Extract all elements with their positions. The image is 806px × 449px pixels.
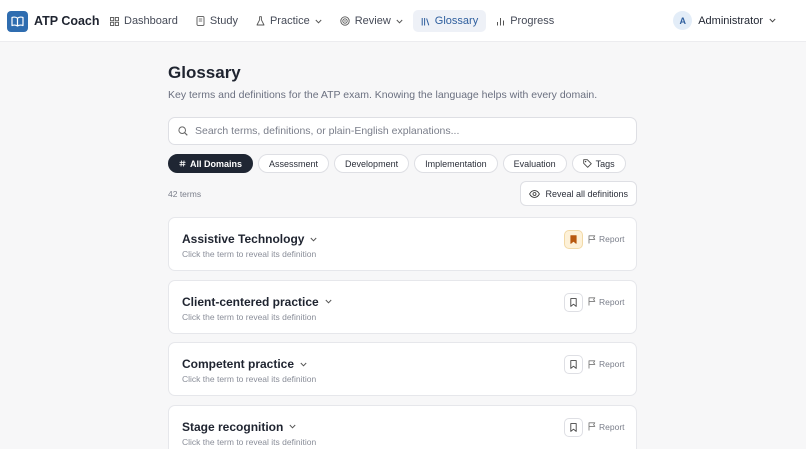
page-subtitle: Key terms and definitions for the ATP ex… bbox=[168, 89, 598, 101]
search-input[interactable] bbox=[195, 125, 615, 137]
nav-review[interactable]: Review bbox=[332, 10, 411, 32]
term-count: 42 terms bbox=[168, 188, 202, 199]
nav-review-label: Review bbox=[354, 15, 391, 27]
dashboard-icon bbox=[110, 16, 119, 26]
nav-practice[interactable]: Practice bbox=[248, 10, 330, 32]
eye-icon bbox=[529, 189, 541, 198]
page-title: Glossary bbox=[168, 63, 241, 82]
filter-label: All Domains bbox=[190, 158, 243, 169]
chevron-down-icon bbox=[315, 19, 322, 24]
bookmark-button[interactable] bbox=[564, 417, 583, 437]
filter-all-domains[interactable]: All Domains bbox=[168, 154, 254, 173]
filter-label: Implementation bbox=[425, 158, 487, 169]
bookmark-button[interactable] bbox=[564, 230, 583, 249]
term-toggle[interactable]: Client-centered practice bbox=[182, 295, 332, 309]
bookmark-button[interactable] bbox=[564, 292, 583, 312]
term-name: Assistive Technology bbox=[182, 232, 305, 246]
bookmark-icon bbox=[570, 360, 577, 369]
filter-evaluation[interactable]: Evaluation bbox=[502, 154, 567, 173]
list-toolbar: 42 terms Reveal all definitions bbox=[168, 181, 637, 206]
bookmark-icon bbox=[570, 422, 577, 432]
reveal-all-button[interactable]: Reveal all definitions bbox=[520, 181, 637, 206]
filter-assessment[interactable]: Assessment bbox=[258, 154, 330, 173]
flag-icon bbox=[588, 359, 596, 368]
report-label: Report bbox=[599, 296, 625, 307]
term-hint: Click the term to reveal its definition bbox=[182, 249, 317, 259]
filter-label: Evaluation bbox=[513, 158, 556, 169]
term-name: Competent practice bbox=[182, 357, 295, 371]
term-toggle[interactable]: Competent practice bbox=[182, 357, 307, 371]
nav-glossary[interactable]: Glossary bbox=[412, 10, 487, 32]
nav-study-label: Study bbox=[209, 15, 238, 27]
filter-label: Assessment bbox=[269, 158, 319, 169]
book-open-icon bbox=[7, 10, 28, 32]
report-label: Report bbox=[599, 359, 625, 369]
term-card: Stage recognition Click the term to reve… bbox=[168, 404, 637, 449]
bar-chart-icon bbox=[497, 17, 505, 25]
filter-implementation[interactable]: Implementation bbox=[414, 154, 498, 173]
term-card: Competent practice Click the term to rev… bbox=[168, 342, 637, 396]
chevron-down-icon bbox=[396, 19, 403, 24]
library-icon bbox=[421, 17, 430, 25]
term-hint: Click the term to reveal its definition bbox=[182, 311, 317, 322]
nav-progress[interactable]: Progress bbox=[488, 10, 562, 32]
flag-icon bbox=[588, 422, 596, 431]
filter-tags[interactable]: Tags bbox=[571, 154, 626, 173]
chevron-down-icon bbox=[289, 424, 296, 429]
term-name: Stage recognition bbox=[182, 419, 284, 434]
top-navbar: ATP Coach Dashboard Study Practice Revie… bbox=[0, 0, 806, 42]
chevron-down-icon bbox=[310, 237, 318, 242]
report-button[interactable]: Report bbox=[588, 422, 625, 432]
nav-dashboard[interactable]: Dashboard bbox=[102, 10, 186, 32]
nav-practice-label: Practice bbox=[269, 15, 310, 27]
filter-development[interactable]: Development bbox=[334, 154, 410, 173]
term-hint: Click the term to reveal its definition bbox=[182, 374, 317, 384]
brand[interactable]: ATP Coach bbox=[7, 10, 100, 32]
bookmark-button[interactable] bbox=[564, 355, 583, 374]
avatar: A bbox=[673, 11, 693, 30]
app-name: ATP Coach bbox=[34, 14, 100, 28]
reveal-all-label: Reveal all definitions bbox=[545, 188, 628, 199]
user-menu[interactable]: A Administrator bbox=[673, 11, 776, 30]
main-nav: Dashboard Study Practice Review Glossary… bbox=[102, 10, 564, 32]
term-toggle[interactable]: Stage recognition bbox=[182, 420, 296, 434]
nav-glossary-label: Glossary bbox=[434, 15, 479, 27]
book-icon bbox=[196, 16, 205, 26]
term-name: Client-centered practice bbox=[182, 294, 319, 309]
filter-label: Development bbox=[345, 158, 399, 169]
tag-icon bbox=[582, 159, 592, 168]
user-name: Administrator bbox=[698, 14, 763, 27]
chevron-down-icon bbox=[300, 362, 307, 367]
filter-label: Tags bbox=[595, 158, 615, 169]
term-hint: Click the term to reveal its definition bbox=[182, 436, 317, 447]
bookmark-filled-icon bbox=[570, 235, 577, 244]
flag-icon bbox=[588, 234, 596, 243]
chevron-down-icon bbox=[325, 299, 332, 304]
term-list: Assistive Technology Click the term to r… bbox=[168, 217, 637, 449]
nav-progress-label: Progress bbox=[510, 15, 555, 27]
report-label: Report bbox=[599, 421, 625, 432]
nav-study[interactable]: Study bbox=[188, 10, 246, 32]
hash-icon bbox=[179, 160, 186, 167]
flask-icon bbox=[256, 16, 265, 26]
target-icon bbox=[340, 16, 350, 26]
term-toggle[interactable]: Assistive Technology bbox=[182, 232, 318, 246]
search-icon bbox=[178, 126, 188, 136]
nav-dashboard-label: Dashboard bbox=[124, 15, 178, 27]
report-button[interactable]: Report bbox=[588, 234, 625, 244]
term-card: Assistive Technology Click the term to r… bbox=[168, 217, 637, 271]
search-box[interactable] bbox=[168, 117, 637, 145]
chevron-down-icon bbox=[769, 18, 776, 23]
main-content: Glossary Key terms and definitions for t… bbox=[168, 63, 637, 449]
report-button[interactable]: Report bbox=[588, 297, 625, 307]
report-label: Report bbox=[599, 234, 625, 244]
term-card: Client-centered practice Click the term … bbox=[168, 279, 637, 334]
bookmark-icon bbox=[570, 297, 577, 307]
flag-icon bbox=[588, 297, 596, 306]
domain-filters: All Domains Assessment Development Imple… bbox=[168, 154, 637, 173]
report-button[interactable]: Report bbox=[588, 359, 625, 369]
